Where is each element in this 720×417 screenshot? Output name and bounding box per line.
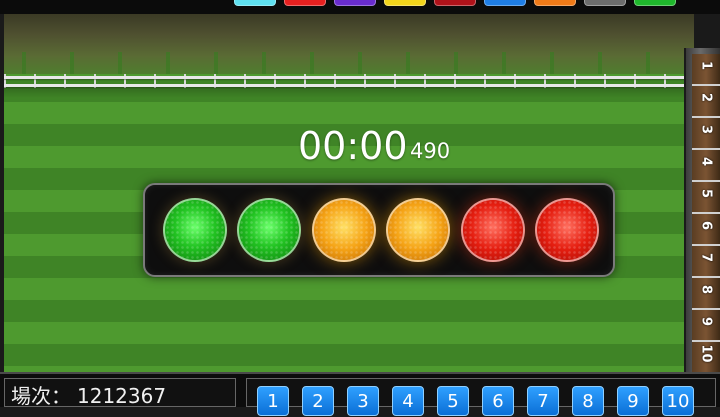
gate-number: 6 [698, 220, 714, 231]
number-button-4[interactable]: 4 [392, 386, 424, 416]
rail-bar-top [4, 76, 694, 79]
round-info-box: 場次： 1212367 [4, 378, 236, 407]
gate-number: 4 [698, 156, 714, 167]
start-light-5 [461, 198, 525, 262]
number-button-7[interactable]: 7 [527, 386, 559, 416]
number-button-6[interactable]: 6 [482, 386, 514, 416]
gate-stall: 9 [692, 310, 720, 342]
start-light-4 [386, 198, 450, 262]
gate-number: 10 [698, 344, 714, 363]
race-timer: 00:00 [298, 124, 408, 168]
turf-shadow [4, 88, 694, 98]
number-button-8[interactable]: 8 [572, 386, 604, 416]
start-lights-panel [143, 183, 615, 277]
number-button-1[interactable]: 1 [257, 386, 289, 416]
start-light-3 [312, 198, 376, 262]
start-light-2 [237, 198, 301, 262]
color-swatch-orange[interactable] [534, 0, 576, 6]
round-number: 490 [410, 139, 451, 163]
start-light-1 [163, 198, 227, 262]
gate-stall: 7 [692, 246, 720, 278]
top-bar [0, 0, 720, 14]
start-light-6 [535, 198, 599, 262]
number-button-9[interactable]: 9 [617, 386, 649, 416]
gate-number: 7 [698, 252, 714, 263]
gate-number: 2 [698, 92, 714, 103]
round-value: 1212367 [77, 384, 167, 407]
color-swatch-gray[interactable] [584, 0, 626, 6]
gate-number: 5 [698, 188, 714, 199]
gate-number: 9 [698, 316, 714, 327]
gate-stall: 3 [692, 118, 720, 150]
color-swatch-blue[interactable] [484, 0, 526, 6]
gate-number: 1 [698, 60, 714, 71]
grass-tufts [4, 52, 694, 74]
round-label: 場次： [11, 384, 71, 407]
rail-bar-bottom [4, 84, 694, 87]
color-swatch-purple[interactable] [334, 0, 376, 6]
color-swatch-cyan[interactable] [234, 0, 276, 6]
number-button-10[interactable]: 10 [662, 386, 694, 416]
gate-stall: 6 [692, 214, 720, 246]
gate-stall: 2 [692, 86, 720, 118]
starting-gate: 1 2 3 4 5 6 7 8 9 10 [684, 48, 720, 374]
gate-stall: 4 [692, 150, 720, 182]
number-strip: 1 2 3 4 5 6 7 8 9 10 [246, 378, 716, 416]
bottom-bar: 場次： 1212367 1 2 3 4 5 6 7 8 9 10 [0, 372, 720, 416]
color-swatch-green[interactable] [634, 0, 676, 6]
number-button-3[interactable]: 3 [347, 386, 379, 416]
gate-stall: 8 [692, 278, 720, 310]
color-swatch-yellow[interactable] [384, 0, 426, 6]
color-swatch-red[interactable] [284, 0, 326, 6]
gate-number: 3 [698, 124, 714, 135]
gate-stall: 5 [692, 182, 720, 214]
color-swatch-dark-red[interactable] [434, 0, 476, 6]
number-button-5[interactable]: 5 [437, 386, 469, 416]
gate-stall: 10 [692, 342, 720, 374]
gate-number: 8 [698, 284, 714, 295]
track-rail [4, 74, 694, 88]
gate-stall: 1 [692, 54, 720, 86]
number-button-2[interactable]: 2 [302, 386, 334, 416]
